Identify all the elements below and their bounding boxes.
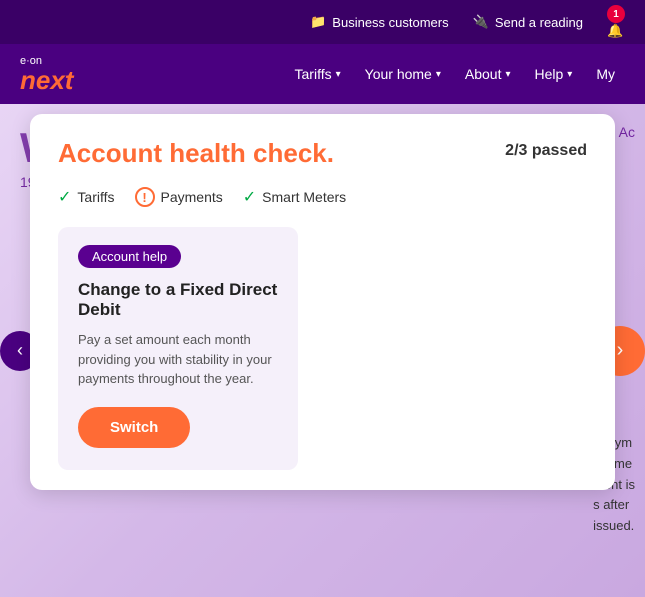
payments-warning-icon: !: [135, 187, 155, 207]
send-reading-link[interactable]: 🔌 Send a reading: [473, 14, 583, 30]
payments-status-label: Payments: [161, 189, 223, 205]
notification-badge: 1: [607, 5, 625, 23]
briefcase-icon: 📁: [310, 14, 326, 30]
top-bar: 📁 Business customers 🔌 Send a reading 1 …: [0, 0, 645, 44]
your-home-label: Your home: [365, 66, 432, 82]
payments-status: ! Payments: [135, 187, 223, 207]
switch-button[interactable]: Switch: [78, 407, 190, 448]
meter-icon: 🔌: [473, 14, 489, 30]
bell-icon: 🔔: [607, 23, 623, 38]
business-customers-link[interactable]: 📁 Business customers: [310, 14, 449, 30]
help-card: Account help Change to a Fixed Direct De…: [58, 227, 298, 470]
nav-tariffs[interactable]: Tariffs ▾: [285, 58, 351, 90]
business-customers-label: Business customers: [332, 15, 448, 30]
tariffs-status: ✓ Tariffs: [58, 187, 115, 207]
modal-score: 2/3 passed: [505, 138, 587, 160]
tariffs-label: Tariffs: [295, 66, 332, 82]
card-description: Pay a set amount each month providing yo…: [78, 330, 278, 389]
card-title: Change to a Fixed Direct Debit: [78, 280, 278, 320]
smart-meters-check-icon: ✓: [243, 187, 256, 207]
tariffs-chevron-icon: ▾: [336, 69, 341, 80]
modal-title: Account health check.: [58, 138, 334, 169]
main-background: Wo 192 G Ac ‹ › t paym payme ment is s a…: [0, 104, 645, 597]
nav-items: Tariffs ▾ Your home ▾ About ▾ Help ▾ My: [285, 58, 625, 90]
about-chevron-icon: ▾: [505, 69, 510, 80]
status-row: ✓ Tariffs ! Payments ✓ Smart Meters: [58, 187, 587, 207]
help-label: Help: [535, 66, 564, 82]
logo[interactable]: e·on next: [20, 56, 73, 93]
about-label: About: [465, 66, 502, 82]
notifications-button[interactable]: 1 🔔: [607, 5, 625, 39]
smart-meters-status-label: Smart Meters: [262, 189, 346, 205]
nav-help[interactable]: Help ▾: [525, 58, 583, 90]
nav-about[interactable]: About ▾: [455, 58, 521, 90]
nav-my[interactable]: My: [586, 58, 625, 90]
modal-header: Account health check. 2/3 passed: [58, 138, 587, 169]
my-label: My: [596, 66, 615, 82]
help-chevron-icon: ▾: [567, 69, 572, 80]
modal-overlay: Account health check. 2/3 passed ✓ Tarif…: [0, 104, 645, 597]
account-health-check-modal: Account health check. 2/3 passed ✓ Tarif…: [30, 114, 615, 490]
logo-next-text: next: [20, 65, 73, 95]
tariffs-status-label: Tariffs: [77, 189, 114, 205]
account-help-badge: Account help: [78, 245, 181, 268]
tariffs-check-icon: ✓: [58, 187, 71, 207]
nav-your-home[interactable]: Your home ▾: [355, 58, 451, 90]
send-reading-label: Send a reading: [495, 15, 583, 30]
your-home-chevron-icon: ▾: [436, 69, 441, 80]
smart-meters-status: ✓ Smart Meters: [243, 187, 346, 207]
nav-bar: e·on next Tariffs ▾ Your home ▾ About ▾ …: [0, 44, 645, 104]
